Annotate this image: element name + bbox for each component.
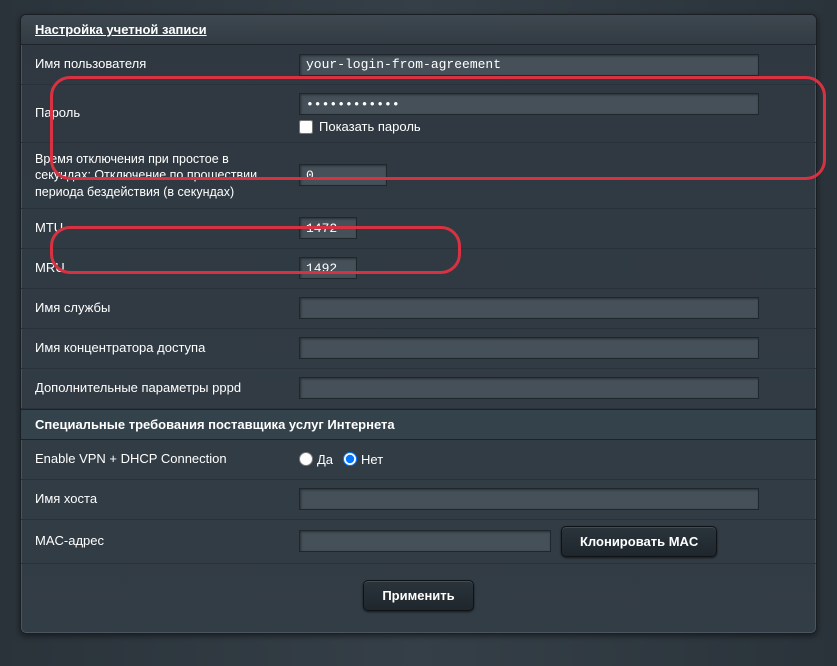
service-input[interactable]: [299, 297, 759, 319]
mru-label: MRU: [21, 252, 289, 285]
mtu-label: MTU: [21, 212, 289, 245]
ac-input[interactable]: [299, 337, 759, 359]
host-row: Имя хоста: [21, 480, 816, 520]
apply-button[interactable]: Применить: [363, 580, 473, 611]
account-section-title: Настройка учетной записи: [21, 15, 816, 45]
vpn-no-label: Нет: [361, 452, 383, 467]
vpn-yes-label: Да: [317, 452, 333, 467]
username-input[interactable]: [299, 54, 759, 76]
username-row: Имя пользователя: [21, 45, 816, 85]
ac-row: Имя концентратора доступа: [21, 329, 816, 369]
mac-row: MAC-адрес Клонировать MAC: [21, 520, 816, 564]
idle-row: Время отключения при простое в секундах:…: [21, 143, 816, 209]
password-label: Пароль: [21, 97, 289, 130]
host-input[interactable]: [299, 488, 759, 510]
password-row: Пароль Показать пароль: [21, 85, 816, 143]
settings-panel: Настройка учетной записи Имя пользовател…: [20, 14, 817, 634]
mac-label: MAC-адрес: [21, 525, 289, 558]
ac-label: Имя концентратора доступа: [21, 332, 289, 365]
mtu-row: MTU: [21, 209, 816, 249]
vpn-yes-option[interactable]: Да: [299, 452, 333, 467]
show-password-checkbox[interactable]: [299, 120, 313, 134]
pppd-row: Дополнительные параметры pppd: [21, 369, 816, 409]
vpn-yes-radio[interactable]: [299, 452, 313, 466]
pppd-input[interactable]: [299, 377, 759, 399]
host-label: Имя хоста: [21, 483, 289, 516]
service-row: Имя службы: [21, 289, 816, 329]
password-input[interactable]: [299, 93, 759, 115]
mac-input[interactable]: [299, 530, 551, 552]
idle-label: Время отключения при простое в секундах:…: [21, 143, 289, 208]
username-label: Имя пользователя: [21, 48, 289, 81]
vpn-row: Enable VPN + DHCP Connection Да Нет: [21, 440, 816, 480]
idle-input[interactable]: [299, 164, 387, 186]
pppd-label: Дополнительные параметры pppd: [21, 372, 289, 405]
vpn-label: Enable VPN + DHCP Connection: [21, 443, 289, 476]
vpn-no-radio[interactable]: [343, 452, 357, 466]
show-password-label: Показать пароль: [319, 119, 421, 134]
isp-section-title: Специальные требования поставщика услуг …: [21, 409, 816, 440]
mtu-input[interactable]: [299, 217, 357, 239]
apply-row: Применить: [21, 564, 816, 633]
mru-row: MRU: [21, 249, 816, 289]
mru-input[interactable]: [299, 257, 357, 279]
clone-mac-button[interactable]: Клонировать MAC: [561, 526, 717, 557]
service-label: Имя службы: [21, 292, 289, 325]
vpn-no-option[interactable]: Нет: [343, 452, 383, 467]
